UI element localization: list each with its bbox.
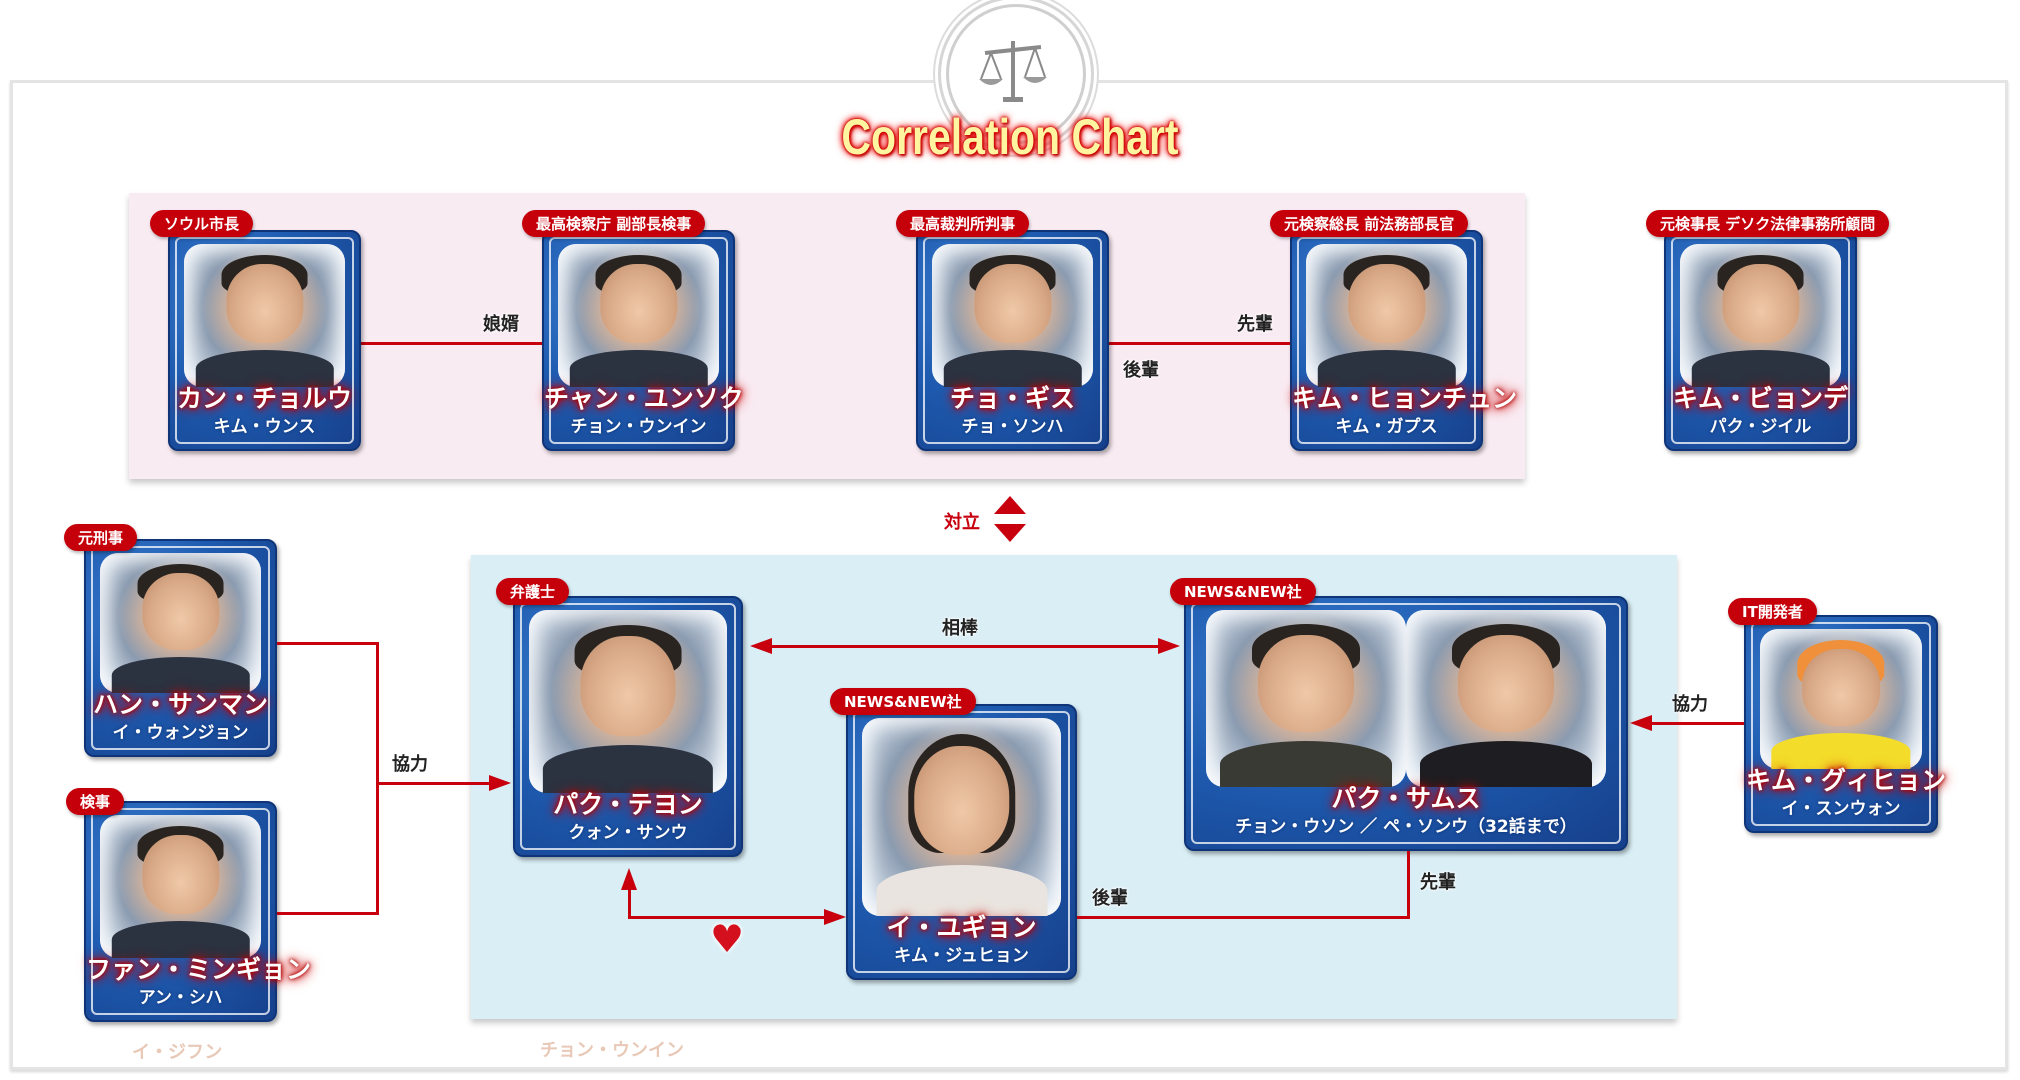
role-tag: IT開発者: [1728, 598, 1817, 625]
opposition-arrow-down-icon: [994, 524, 1026, 542]
character-card-lee-yugyeong[interactable]: イ・ユギョン キム・ジュヒョン: [846, 704, 1077, 980]
role-tag: 元検事長 デソク法律事務所顧問: [1646, 210, 1890, 237]
cooperation-line: [376, 782, 492, 785]
role-tag: 元検察総長 前法務部長官: [1270, 210, 1469, 237]
actor-name: イ・ウォンジョン: [112, 723, 249, 743]
arrow-right-icon: [489, 775, 511, 791]
cooperation-line: [277, 912, 378, 915]
cooperation-label: 協力: [392, 754, 428, 775]
actor-name: キム・ジュヒョン: [894, 946, 1029, 966]
character-name: キム・グィヒョン: [1746, 766, 1947, 795]
actor-name: キム・ガプス: [1335, 417, 1438, 437]
faded-caption: チョン・ウンイン: [540, 1040, 684, 1061]
character-photo: [100, 553, 261, 693]
character-name: パク・サムス: [1331, 784, 1481, 813]
character-card-kang-cheolwoo[interactable]: カン・チョルウ キム・ウンス: [168, 230, 361, 451]
role-tag: 弁護士: [496, 578, 570, 605]
junior-senior-line: [1407, 851, 1410, 919]
opposition-arrow-up-icon: [994, 496, 1026, 514]
faded-caption: イ・ジフン: [132, 1042, 223, 1063]
character-card-chang-yunseok[interactable]: チャン・ユンソク チョン・ウンイン: [542, 230, 744, 451]
relation-label-son-in-law: 娘婿: [483, 314, 519, 335]
character-card-hwang-mingyeong[interactable]: ファン・ミンギョン アン・シハ: [84, 801, 312, 1022]
arrow-up-icon: [621, 868, 637, 890]
actor-name: アン・シハ: [138, 988, 223, 1008]
actor-name: チョ・ソンハ: [961, 417, 1064, 437]
actor-name: キム・ウンス: [213, 417, 316, 437]
junior-label: 後輩: [1092, 888, 1128, 909]
character-name: キム・ヒョンチュン: [1292, 384, 1518, 413]
role-tag: NEWS&NEW社: [830, 688, 976, 715]
character-photo: [1760, 629, 1922, 769]
scales-of-justice-icon: [979, 41, 1047, 102]
character-photo: [529, 610, 727, 793]
relation-label-senior: 先輩: [1237, 314, 1273, 335]
partner-label: 相棒: [942, 618, 978, 639]
character-photo: [1206, 610, 1406, 787]
role-tag: 元刑事: [64, 524, 138, 551]
character-photo: [558, 244, 719, 387]
heart-icon: ♥: [710, 917, 745, 961]
character-card-park-taeyong[interactable]: パク・テヨン クォン・サンウ: [513, 596, 743, 857]
actor-name: パク・ジイル: [1709, 417, 1812, 437]
character-name: カン・チョルウ: [176, 384, 352, 413]
love-line: [628, 890, 631, 918]
actor-name: イ・スンウォン: [1781, 799, 1901, 819]
actor-name: クォン・サンウ: [568, 823, 688, 843]
character-name: パク・テヨン: [553, 790, 703, 819]
role-tag: NEWS&NEW社: [1170, 578, 1316, 605]
arrow-right-icon: [1158, 638, 1180, 654]
character-photo: [100, 815, 261, 958]
character-card-kim-hyeonchun[interactable]: キム・ヒョンチュン キム・ガプス: [1290, 230, 1518, 451]
arrow-left-icon: [750, 638, 772, 654]
actor-name: チョン・ウンイン: [570, 417, 707, 437]
character-name: ファン・ミンギョン: [86, 955, 312, 984]
arrow-right-icon: [824, 909, 846, 925]
role-tag: ソウル市長: [150, 210, 254, 237]
character-name: ハン・サンマン: [92, 690, 268, 719]
role-tag: 最高裁判所判事: [896, 210, 1030, 237]
character-card-cho-gisu[interactable]: チョ・ギス チョ・ソンハ: [916, 230, 1109, 451]
character-card-park-samsu[interactable]: パク・サムス チョン・ウソン ／ ペ・ソンウ（32話まで）: [1184, 596, 1628, 851]
character-name: イ・ユギョン: [886, 913, 1037, 942]
character-photo: [862, 718, 1061, 916]
character-photo: [1406, 610, 1606, 787]
relation-line-kang-chang: [361, 342, 542, 345]
opposition-label: 対立: [944, 512, 980, 533]
arrow-left-icon: [1630, 715, 1652, 731]
character-photo: [184, 244, 345, 387]
character-name: チャン・ユンソク: [544, 384, 744, 413]
junior-senior-line: [1077, 916, 1410, 919]
character-name: キム・ビョンデ: [1672, 384, 1848, 413]
character-card-kim-gwihyeon[interactable]: キム・グィヒョン イ・スンウォン: [1744, 615, 1947, 833]
cooperation-label-right: 協力: [1672, 694, 1708, 715]
character-card-kim-byeongdae[interactable]: キム・ビョンデ パク・ジイル: [1664, 230, 1857, 451]
character-name: チョ・ギス: [949, 384, 1075, 413]
actor-name: チョン・ウソン ／ ペ・ソンウ（32話まで）: [1235, 817, 1577, 837]
role-tag: 検事: [66, 788, 125, 815]
role-tag: 最高検察庁 副部長検事: [522, 210, 706, 237]
senior-label: 先輩: [1420, 872, 1456, 893]
character-photo: [932, 244, 1093, 387]
relation-label-junior: 後輩: [1123, 360, 1159, 381]
partner-line: [770, 645, 1160, 648]
cooperation-line-right: [1650, 722, 1744, 725]
character-photo: [1306, 244, 1467, 387]
relation-line-cho-kim: [1109, 342, 1290, 345]
cooperation-line: [277, 642, 378, 645]
character-photo: [1680, 244, 1841, 387]
character-card-han-sangman[interactable]: ハン・サンマン イ・ウォンジョン: [84, 539, 277, 757]
chart-title: Correlation Chart: [841, 109, 1179, 165]
cooperation-line: [376, 642, 379, 915]
